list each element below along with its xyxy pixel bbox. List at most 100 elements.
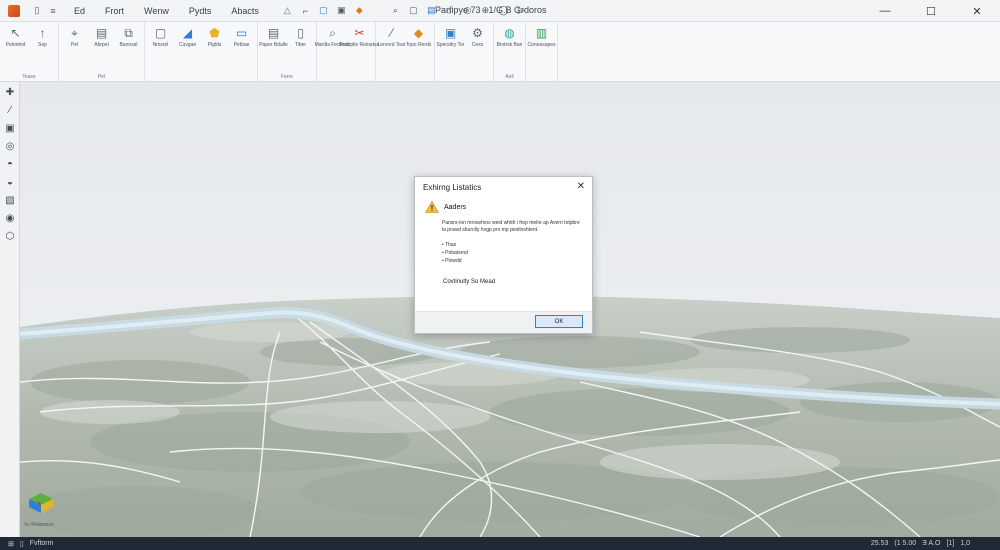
pin-icon: ⌖ (71, 26, 78, 40)
title-bar: ▯ ≡ Ed Frort Wenw Pydts Abacts △ ⌐ ▢ ▣ ◆… (0, 0, 1000, 22)
dialog-title: Exhirng Listatics (423, 182, 482, 192)
ribbon-tool-cut[interactable]: ✂ Purbplie Reloates (340, 25, 379, 48)
globe-icon: ◍ (504, 26, 515, 40)
ribbon-tool-arrow-up[interactable]: ↑ Sep (30, 25, 55, 48)
ribbon-tools: ↖ Pelontnd ↑ Sep (3, 25, 55, 48)
status-bar: ⊞ ▯ Fvftorm 25.53 (1 5.00 Ǝ A.O [1] 1,0 (0, 537, 1000, 550)
paint-icon[interactable]: ◆ (353, 4, 366, 17)
left-tool-icon[interactable]: ◒ (0, 175, 20, 190)
ribbon-tool-palette[interactable]: ◆ Topo Rerds (406, 25, 432, 48)
minimize-button[interactable]: — (862, 0, 908, 22)
navigation-cube-icon[interactable] (28, 492, 54, 514)
dialog-header: Exhirng Listatics ✕ (415, 177, 592, 197)
left-tool-icon[interactable]: ◎ (0, 139, 20, 154)
status-value: (1 5.00 (894, 540, 917, 547)
box-icon[interactable]: ▢ (407, 4, 420, 17)
left-toolbar: ✚ ⁄ ▣ ◎ ◓ ◒ ▧ ◉ ⬡ (0, 82, 20, 537)
status-value: Ǝ A.O (922, 540, 941, 547)
ribbon-group: ▣ Spersltry Tor ⚙ Cexs (435, 22, 494, 82)
quick-access-toolbar: ▯ ≡ (30, 4, 60, 18)
ribbon-tool-triangle[interactable]: ◢ Cuvgae (175, 25, 200, 48)
layers-icon: ▤ (95, 26, 108, 40)
ribbon-group: ▤ Paper Bdalle ▯ Tiber Ferre (258, 22, 317, 82)
dialog-close-button[interactable]: ✕ (577, 181, 585, 192)
left-tool-icon[interactable]: ⁄ (0, 103, 20, 118)
ribbon-group: ↖ Pelontnd ↑ Sep Tease (0, 22, 59, 82)
square-icon: ▢ (154, 26, 167, 40)
dialog-item: Thas (442, 241, 582, 249)
cursor-icon[interactable]: ⌐ (299, 4, 312, 17)
left-tool-icon[interactable]: ◉ (0, 211, 20, 226)
maximize-button[interactable]: ☐ (908, 0, 954, 22)
menu-item-products[interactable]: Pydts (189, 6, 212, 16)
left-tool-icon[interactable]: ▧ (0, 193, 20, 208)
close-button[interactable]: ✕ (954, 0, 1000, 22)
ribbon-group-label: Aoli (505, 74, 514, 80)
ribbon-tool-view[interactable]: ▣ Spersltry Tor (437, 25, 465, 48)
ribbon-tool-label: Abrpel (94, 42, 109, 48)
menu-item-view[interactable]: Wenw (144, 6, 169, 16)
ribbon-tool-polygon[interactable]: ⬟ Piglds (202, 25, 227, 48)
panel-icon: ▭ (235, 26, 248, 40)
ribbon-tool-label: Cexs (471, 42, 484, 48)
ribbon-tool-wand[interactable]: ⁄ Lervord Tear (377, 25, 406, 48)
dialog-item-list: Thas Pnbatsrnd Plowdd (425, 241, 582, 265)
navigation-cube[interactable]: Vo Relamnce (24, 492, 64, 528)
ribbon-tool-layers[interactable]: ▤ Abrpel (89, 25, 114, 48)
ribbon-tool-label: Paper Bdalle (259, 42, 288, 48)
ribbon-tool-label: Lervord Tear (377, 42, 406, 48)
polygon-icon: ⬟ (209, 26, 220, 40)
frame-icon[interactable]: ▣ (335, 4, 348, 17)
ribbon-group: ▢ Nmsrel ◢ Cuvgae ⬟ Piglds ▭ Petbae (145, 22, 258, 82)
ribbon: ↖ Pelontnd ↑ Sep Tease ⌖ Pel ▤ Abrpel ⧉ Bannsal Pet… (0, 22, 1000, 82)
ribbon-tool-label: Piglds (207, 42, 222, 48)
ribbon-group: ◍ Brvtrsk Ban Aoli (494, 22, 526, 82)
page-icon: ▯ (297, 26, 304, 40)
left-tool-icon[interactable]: ✚ (0, 85, 20, 100)
view-icon: ▣ (444, 26, 457, 40)
arrow-up-icon: ↑ (39, 26, 46, 40)
triangle-icon[interactable]: △ (281, 4, 294, 17)
ribbon-tools: ⁄ Lervord Tear ◆ Topo Rerds (377, 25, 432, 48)
dialog-body: Aaders Pansrs-ion mrosefons weid whith i… (415, 197, 592, 285)
continue-text: Covtinulty So Mead (443, 279, 496, 285)
ribbon-tool-bar-chart[interactable]: ▥ Ceneasapes (527, 25, 555, 48)
ribbon-tool-copy[interactable]: ⧉ Bannsal (116, 25, 141, 48)
settings-icon: ⚙ (472, 26, 483, 40)
ribbon-tool-label: Nmsrel (152, 42, 169, 48)
ribbon-tool-settings[interactable]: ⚙ Cexs (465, 25, 490, 48)
left-tool-icon[interactable]: ▣ (0, 121, 20, 136)
document-icon[interactable]: ▯ (20, 540, 24, 548)
file-icon[interactable]: ▯ (30, 4, 44, 18)
cut-icon: ✂ (354, 26, 365, 40)
ribbon-tool-page[interactable]: ▯ Tiber (288, 25, 313, 48)
ribbon-tool-square[interactable]: ▢ Nmsrel (148, 25, 173, 48)
ribbon-tool-label: Sep (38, 42, 47, 48)
window-controls: — ☐ ✕ (862, 0, 1000, 22)
ok-button[interactable]: OK (535, 315, 583, 328)
bar-chart-icon: ▥ (535, 26, 548, 40)
ribbon-tools: ▢ Nmsrel ◢ Cuvgae ⬟ Piglds ▭ Petbae (148, 25, 254, 48)
save-icon[interactable]: ≡ (46, 4, 60, 18)
menu-item-abacts[interactable]: Abacts (231, 6, 259, 16)
ribbon-tool-globe[interactable]: ◍ Brvtrsk Ban (497, 25, 523, 48)
grid-icon[interactable]: ⊞ (8, 540, 14, 548)
ribbon-tool-panel[interactable]: ▭ Petbae (229, 25, 254, 48)
ribbon-tool-pin[interactable]: ⌖ Pel (62, 25, 87, 48)
wand-icon: ⁄ (390, 26, 393, 40)
menu-item-edit[interactable]: Ed (74, 6, 85, 16)
ribbon-tool-document[interactable]: ▤ Paper Bdalle (259, 25, 288, 48)
status-text: Fvftorm (29, 540, 54, 547)
app-logo-icon (8, 4, 20, 17)
ribbon-tool-label: Purbplie Reloates (339, 42, 380, 48)
ribbon-tool-pointer[interactable]: ↖ Pelontnd (3, 25, 28, 48)
document-icon: ▤ (267, 26, 280, 40)
menu-item-front[interactable]: Frort (105, 6, 124, 16)
ribbon-tool-label: Cuvgae (178, 42, 197, 48)
left-tool-icon[interactable]: ⬡ (0, 229, 20, 244)
search-icon[interactable]: ⌕ (389, 4, 402, 17)
warning-heading: Aaders (444, 203, 467, 211)
ribbon-tool-label: Bannsal (119, 42, 138, 48)
left-tool-icon[interactable]: ◓ (0, 157, 20, 172)
panel-icon[interactable]: ▢ (317, 4, 330, 17)
